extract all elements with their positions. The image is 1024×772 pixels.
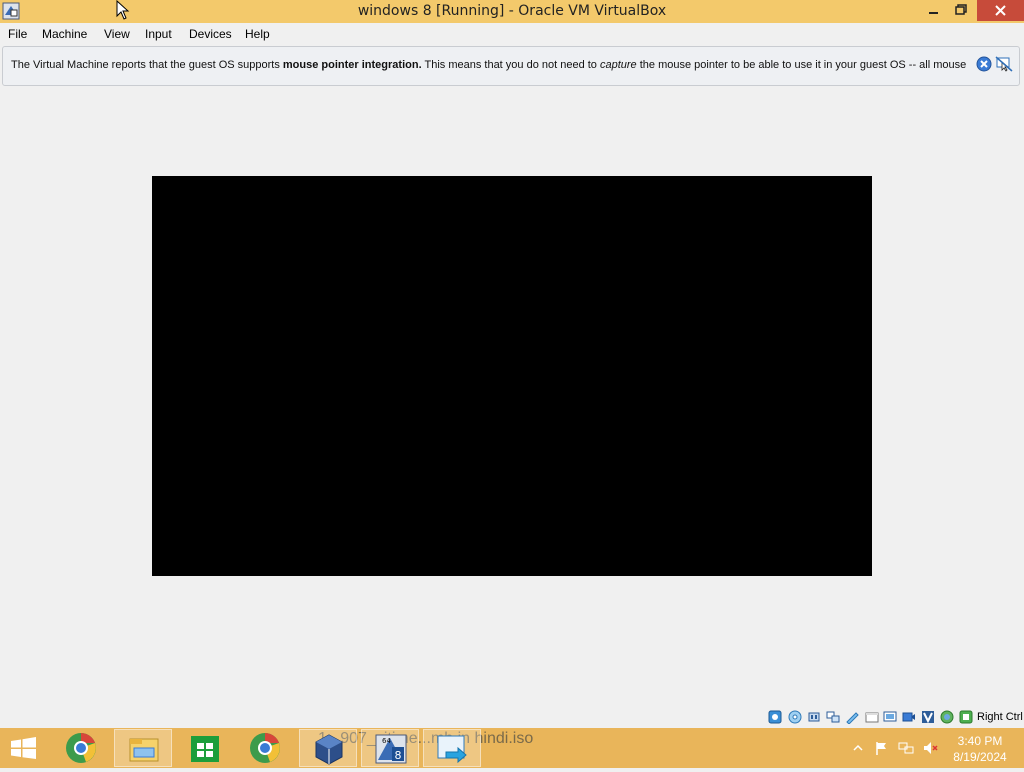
display-icon[interactable]	[883, 710, 897, 724]
notice-bold: mouse pointer integration.	[282, 59, 422, 71]
store-icon	[191, 736, 219, 762]
shared-folders-icon[interactable]	[865, 710, 879, 724]
mouse-integration-notice: The Virtual Machine reports that the gue…	[2, 46, 1020, 86]
notice-text: The Virtual Machine reports that the gue…	[11, 59, 966, 71]
window-title: windows 8 [Running] - Oracle VM VirtualB…	[357, 3, 667, 19]
virtualbox-vm-icon: 8 64	[375, 734, 407, 764]
restore-button[interactable]	[948, 0, 974, 21]
taskbar-file-explorer[interactable]	[114, 729, 172, 767]
taskbar: 1...907_vitime...mb in hindi.iso 8 64 3:…	[0, 728, 1024, 768]
file-explorer-icon	[129, 738, 159, 762]
mouse-integration-icon[interactable]	[940, 710, 954, 724]
menu-help[interactable]: Help	[245, 27, 270, 41]
windows-start-icon[interactable]	[0, 728, 46, 768]
audio-icon[interactable]	[807, 710, 821, 724]
system-tray	[846, 728, 956, 768]
vm-status-bar: Right Ctrl	[765, 708, 1024, 728]
menu-input[interactable]: Input	[145, 27, 172, 41]
notice-italic: capture	[599, 59, 637, 71]
hdd-icon[interactable]	[768, 710, 782, 724]
usb-icon[interactable]	[845, 710, 859, 724]
notice-text-3: the mouse pointer to be able to use it i…	[636, 59, 967, 71]
menu-bar: File Machine View Input Devices Help	[0, 23, 1024, 44]
taskbar-virtualbox-manager[interactable]	[299, 729, 357, 767]
guest-display[interactable]	[152, 176, 872, 576]
taskbar-store[interactable]	[176, 729, 234, 767]
clock[interactable]: 3:40 PM 8/19/2024	[950, 733, 1010, 765]
video-capture-icon[interactable]	[902, 710, 916, 724]
taskbar-virtualbox-vm[interactable]: 8 64	[361, 729, 419, 767]
remote-desktop-icon	[437, 735, 467, 764]
host-key-label[interactable]: Right Ctrl	[977, 711, 1023, 723]
virtualbox-manager-icon	[315, 734, 343, 765]
taskbar-chrome-2[interactable]	[236, 729, 294, 767]
notice-text-2: This means that you do not need to	[421, 59, 600, 71]
chrome-icon	[66, 733, 96, 763]
notice-text-1: The Virtual Machine reports that the gue…	[11, 59, 283, 71]
menu-file[interactable]: File	[8, 27, 27, 41]
clock-date: 8/19/2024	[953, 750, 1007, 764]
clock-time: 3:40 PM	[957, 734, 1003, 748]
vt-x-icon[interactable]	[921, 710, 935, 724]
flag-icon[interactable]	[874, 740, 890, 756]
keyboard-icon[interactable]	[959, 710, 973, 724]
network-tray-icon[interactable]	[898, 740, 914, 756]
mouse-disable-icon[interactable]	[995, 56, 1013, 72]
title-bar[interactable]: windows 8 [Running] - Oracle VM VirtualB…	[0, 0, 1024, 23]
minimize-button[interactable]	[920, 0, 946, 21]
show-hidden-icons-icon[interactable]	[850, 740, 866, 756]
svg-text:8: 8	[395, 749, 402, 762]
svg-text:64: 64	[382, 737, 391, 745]
close-button[interactable]	[977, 0, 1024, 21]
close-icon[interactable]	[976, 56, 992, 72]
menu-devices[interactable]: Devices	[189, 27, 232, 41]
mouse-cursor-icon	[116, 0, 130, 20]
optical-drive-icon[interactable]	[788, 710, 802, 724]
menu-view[interactable]: View	[104, 27, 130, 41]
menu-machine[interactable]: Machine	[42, 27, 87, 41]
volume-muted-icon[interactable]	[922, 740, 938, 756]
taskbar-remote-desktop[interactable]	[423, 729, 481, 767]
taskbar-chrome[interactable]	[52, 729, 110, 767]
chrome-icon	[250, 733, 280, 763]
network-icon[interactable]	[826, 710, 840, 724]
